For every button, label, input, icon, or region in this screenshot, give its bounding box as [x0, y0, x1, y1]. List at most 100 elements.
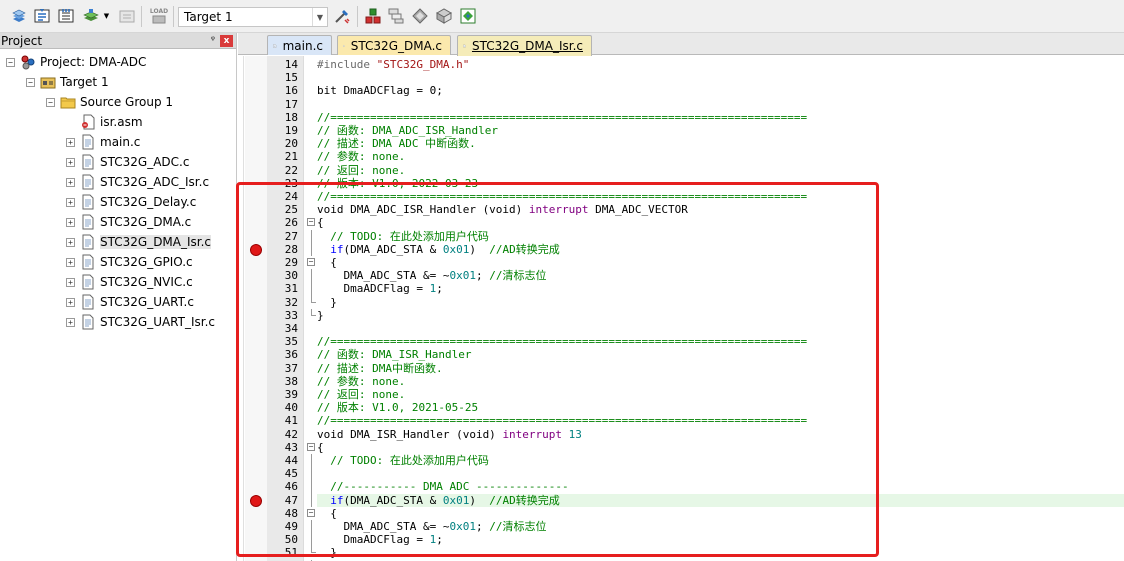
- code-line[interactable]: 29 − {: [238, 256, 1124, 269]
- code-line[interactable]: 20 // 描述: DMA ADC 中断函数.: [238, 137, 1124, 150]
- tree-item-label: STC32G_Delay.c: [100, 195, 197, 209]
- collapse-icon[interactable]: −: [26, 77, 35, 87]
- dropdown-arrow-icon[interactable]: ▼: [102, 7, 111, 25]
- breakpoint-icon[interactable]: [250, 243, 262, 256]
- code-line[interactable]: 23 // 版本: V1.0, 2022-03-23: [238, 177, 1124, 190]
- collapse-icon[interactable]: −: [6, 57, 15, 67]
- expand-icon[interactable]: +: [66, 237, 75, 247]
- expand-icon[interactable]: +: [66, 317, 75, 327]
- code-line[interactable]: 25 void DMA_ADC_ISR_Handler (void) interr…: [238, 203, 1124, 216]
- tree-item[interactable]: + STC32G_Delay.c: [66, 192, 196, 212]
- code-line[interactable]: 45: [238, 467, 1124, 481]
- code-line[interactable]: 14 #include "STC32G_DMA.h": [238, 58, 1124, 71]
- code-line[interactable]: 38 // 参数: none.: [238, 375, 1124, 388]
- expand-icon[interactable]: +: [66, 137, 75, 147]
- code-editor[interactable]: 14 #include "STC32G_DMA.h" 15 16 bit DmaADCF…: [238, 56, 1124, 561]
- expand-icon[interactable]: +: [66, 177, 75, 187]
- stop-build-icon[interactable]: [118, 7, 136, 25]
- code-line[interactable]: 46 //----------- DMA ADC --------------: [238, 480, 1124, 494]
- collapse-icon[interactable]: −: [46, 97, 55, 107]
- code-line[interactable]: 28 if(DMA_ADC_STA & 0x01) //AD转换完成: [238, 242, 1124, 256]
- tree-item[interactable]: + STC32G_DMA_Isr.c: [66, 232, 212, 252]
- code-line[interactable]: 37 // 描述: DMA中断函数.: [238, 362, 1124, 375]
- code-line[interactable]: 42 void DMA_ISR_Handler (void) interrupt …: [238, 428, 1124, 441]
- target-options-icon[interactable]: [333, 7, 351, 25]
- code-line[interactable]: 32 }: [238, 295, 1124, 309]
- file-extensions-icon[interactable]: [387, 7, 405, 25]
- c-file-icon: [273, 43, 277, 48]
- select-packs-icon[interactable]: [435, 7, 453, 25]
- code-token: }: [317, 546, 337, 560]
- code-line[interactable]: 35 //====================================…: [238, 335, 1124, 348]
- code-line[interactable]: 18 //====================================…: [238, 111, 1124, 124]
- pack-installer-icon[interactable]: [411, 7, 429, 25]
- expand-icon[interactable]: +: [66, 197, 75, 207]
- tree-item[interactable]: + STC32G_UART.c: [66, 292, 194, 312]
- tree-item[interactable]: + STC32G_GPIO.c: [66, 252, 193, 272]
- code-line[interactable]: 44 // TODO: 在此处添加用户代码: [238, 454, 1124, 468]
- expand-icon[interactable]: +: [66, 157, 75, 167]
- code-text: }: [317, 546, 1124, 559]
- code-token: // 参数: none.: [317, 374, 406, 388]
- editor-tab[interactable]: main.c: [267, 35, 332, 55]
- code-line[interactable]: 43−{: [238, 441, 1124, 454]
- code-line[interactable]: 39 // 返回: none.: [238, 388, 1124, 401]
- translate-icon[interactable]: [10, 7, 28, 25]
- chevron-down-icon[interactable]: ▼: [312, 8, 327, 26]
- code-line[interactable]: 47 if(DMA_ADC_STA & 0x01) //AD转换完成: [238, 493, 1124, 507]
- tree-item[interactable]: − Project: DMA-ADC: [6, 52, 146, 72]
- code-line[interactable]: 36 // 函数: DMA_ISR_Handler: [238, 348, 1124, 361]
- fold-collapse-icon[interactable]: −: [307, 508, 315, 517]
- code-line[interactable]: 19 // 函数: DMA_ADC_ISR_Handler: [238, 124, 1124, 137]
- software-packs-icon[interactable]: [459, 7, 477, 25]
- fold-collapse-icon[interactable]: −: [307, 218, 315, 227]
- code-line[interactable]: 50 DmaADCFlag = 1;: [238, 533, 1124, 547]
- tree-item[interactable]: isr.asm: [66, 112, 143, 132]
- pin-icon[interactable]: ᵠ: [206, 35, 220, 46]
- code-line[interactable]: 26−{: [238, 216, 1124, 229]
- editor-tab[interactable]: STC32G_DMA.c: [337, 35, 451, 55]
- tree-item[interactable]: − Target 1: [26, 72, 109, 92]
- breakpoint-icon[interactable]: [250, 494, 262, 507]
- expand-icon[interactable]: +: [66, 257, 75, 267]
- download-load-icon[interactable]: LOAD: [150, 7, 168, 25]
- target-select[interactable]: Target 1 ▼: [178, 7, 328, 27]
- code-line[interactable]: 40 // 版本: V1.0, 2021-05-25: [238, 401, 1124, 414]
- fold-collapse-icon[interactable]: −: [307, 442, 315, 451]
- fold-collapse-icon[interactable]: −: [307, 258, 315, 266]
- close-icon[interactable]: x: [220, 34, 233, 47]
- manage-components-icon[interactable]: [364, 7, 382, 25]
- code-line[interactable]: 17: [238, 98, 1124, 111]
- editor-tab[interactable]: STC32G_DMA_Isr.c: [457, 35, 592, 56]
- code-line[interactable]: 33}: [238, 308, 1124, 322]
- code-line[interactable]: 51 }: [238, 546, 1124, 559]
- code-line[interactable]: 15: [238, 71, 1124, 84]
- batch-build-icon[interactable]: [82, 7, 100, 25]
- tree-item[interactable]: + STC32G_DMA.c: [66, 212, 191, 232]
- code-line[interactable]: 27 // TODO: 在此处添加用户代码: [238, 229, 1124, 243]
- expand-icon[interactable]: +: [66, 217, 75, 227]
- expand-icon[interactable]: +: [66, 277, 75, 287]
- tree-item[interactable]: + main.c: [66, 132, 140, 152]
- line-number: 21: [284, 150, 298, 164]
- code-text: //======================================…: [317, 414, 1124, 427]
- tree-item[interactable]: + STC32G_NVIC.c: [66, 272, 193, 292]
- code-line[interactable]: 49 DMA_ADC_STA &= ~0x01; //清标志位: [238, 520, 1124, 534]
- code-line[interactable]: 41 //====================================…: [238, 414, 1124, 427]
- expand-icon[interactable]: +: [66, 297, 75, 307]
- code-line[interactable]: 34: [238, 322, 1124, 335]
- tree-item[interactable]: + STC32G_ADC_Isr.c: [66, 172, 209, 192]
- tree-item[interactable]: + STC32G_UART_Isr.c: [66, 312, 215, 332]
- tree-item[interactable]: − Source Group 1: [46, 92, 173, 112]
- code-line[interactable]: 16 bit DmaADCFlag = 0;: [238, 84, 1124, 97]
- build-icon[interactable]: [33, 7, 51, 25]
- code-line[interactable]: 48− {: [238, 507, 1124, 520]
- code-line[interactable]: 24 //====================================…: [238, 190, 1124, 203]
- rebuild-icon[interactable]: [57, 7, 75, 25]
- tree-item[interactable]: + STC32G_ADC.c: [66, 152, 189, 172]
- code-line[interactable]: 22 // 返回: none.: [238, 164, 1124, 177]
- code-line[interactable]: 30 DMA_ADC_STA &= ~0x01; //清标志位: [238, 269, 1124, 283]
- code-line[interactable]: 31 DmaADCFlag = 1;: [238, 282, 1124, 296]
- code-line[interactable]: 21 // 参数: none.: [238, 150, 1124, 163]
